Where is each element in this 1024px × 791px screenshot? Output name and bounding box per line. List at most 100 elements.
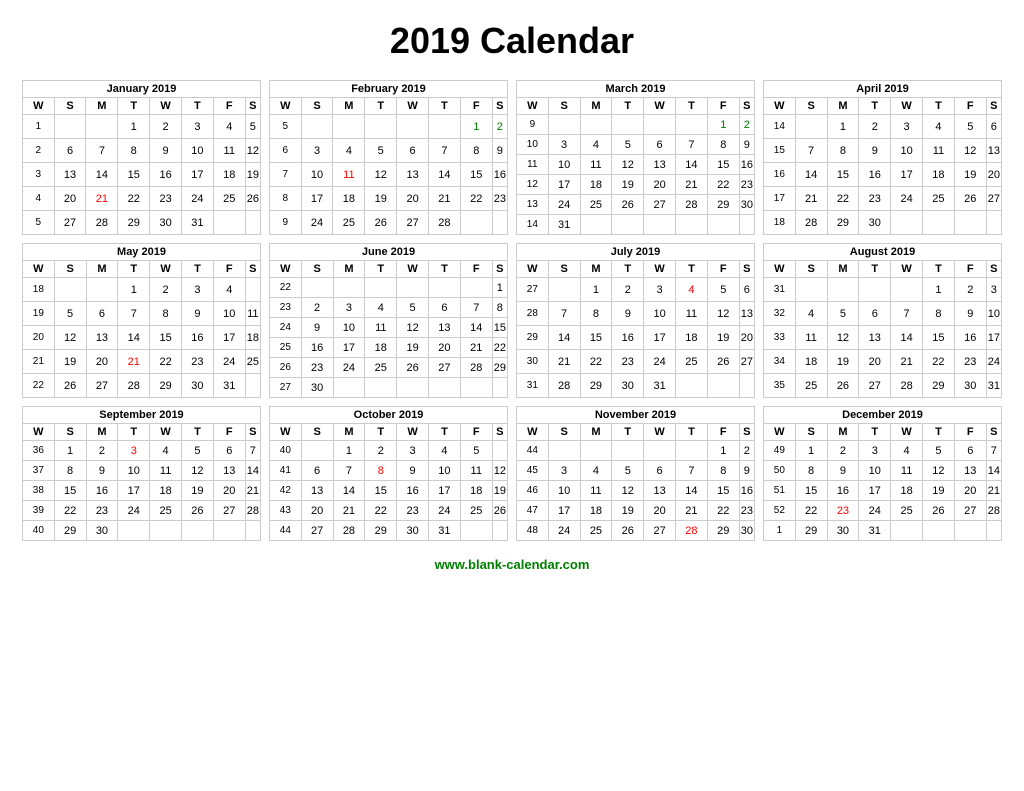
day-cell: 22 [707,175,739,195]
week-number: 39 [23,501,55,521]
day-header: T [859,424,891,441]
day-cell [707,215,739,235]
day-cell: 4 [580,135,612,155]
month-header: November 2019 [517,407,755,424]
day-cell: 27 [739,350,754,374]
day-cell: 24 [548,521,580,541]
day-cell [460,521,492,541]
day-cell: 16 [86,481,118,501]
day-header: S [301,261,333,278]
day-cell: 5 [707,278,739,302]
month-table: June 2019WSMTWTFS22123234567824910111213… [269,243,508,398]
day-cell: 5 [954,115,986,139]
day-cell: 22 [795,501,827,521]
day-cell [612,115,644,135]
day-cell: 20 [429,338,461,358]
day-cell [301,278,333,298]
day-cell: 1 [707,441,739,461]
month-table: April 2019WSMTWTFS1412345615789101112131… [763,80,1002,235]
day-cell [739,215,754,235]
day-cell: 19 [827,350,859,374]
day-cell [333,278,365,298]
day-cell: 21 [429,187,461,211]
day-header: F [213,261,245,278]
day-cell: 9 [301,318,333,338]
day-cell: 10 [548,155,580,175]
footer-link[interactable]: www.blank-calendar.com [435,557,590,572]
day-header: F [213,98,245,115]
day-cell [954,521,986,541]
day-header: S [986,98,1001,115]
day-cell: 15 [365,481,397,501]
day-cell: 16 [739,481,754,501]
day-cell: 15 [580,326,612,350]
day-cell: 22 [460,187,492,211]
day-cell [150,521,182,541]
day-cell: 13 [397,163,429,187]
day-cell: 13 [213,461,245,481]
day-header: M [86,261,118,278]
day-cell: 19 [397,338,429,358]
day-header: S [739,261,754,278]
day-cell: 17 [548,175,580,195]
day-cell [986,211,1001,235]
day-cell: 27 [301,521,333,541]
day-cell [365,278,397,298]
day-cell [891,278,923,302]
day-cell: 4 [213,115,245,139]
day-cell: 16 [150,163,182,187]
day-header: F [954,424,986,441]
day-header: F [460,261,492,278]
week-number: 36 [23,441,55,461]
day-cell: 18 [333,187,365,211]
week-number: 1 [23,115,55,139]
day-cell: 20 [213,481,245,501]
day-cell: 12 [612,155,644,175]
day-cell: 28 [86,211,118,235]
day-cell: 5 [397,298,429,318]
day-cell [827,278,859,302]
day-cell: 7 [891,302,923,326]
day-cell: 8 [827,139,859,163]
day-header: S [492,261,507,278]
day-cell: 25 [795,374,827,398]
week-number: 13 [517,195,549,215]
day-header: S [548,261,580,278]
day-cell: 5 [365,139,397,163]
day-cell: 22 [54,501,86,521]
day-cell: 11 [333,163,365,187]
day-cell: 10 [859,461,891,481]
day-cell: 8 [118,139,150,163]
week-number: 42 [270,481,302,501]
day-cell: 14 [795,163,827,187]
day-cell: 2 [150,115,182,139]
calendar-grid: January 2019WSMTWTFS11234526789101112313… [22,80,1002,541]
day-cell: 27 [859,374,891,398]
day-cell: 23 [150,187,182,211]
day-cell: 1 [460,115,492,139]
day-header: S [54,261,86,278]
day-header: S [795,261,827,278]
day-header: S [54,424,86,441]
day-cell: 29 [150,374,182,398]
day-cell: 19 [923,481,955,501]
day-header: S [301,98,333,115]
day-header: W [23,261,55,278]
day-cell: 25 [245,350,260,374]
day-cell: 31 [182,211,214,235]
day-cell: 7 [86,139,118,163]
day-header: W [517,261,549,278]
day-header: W [397,98,429,115]
day-cell: 3 [118,441,150,461]
week-number: 9 [517,115,549,135]
day-cell: 2 [739,115,754,135]
day-cell: 8 [460,139,492,163]
day-header: W [150,98,182,115]
week-number: 48 [517,521,549,541]
week-number: 30 [517,350,549,374]
day-cell: 24 [118,501,150,521]
day-cell: 30 [182,374,214,398]
day-cell [492,521,507,541]
day-header: W [270,261,302,278]
day-cell [795,278,827,302]
